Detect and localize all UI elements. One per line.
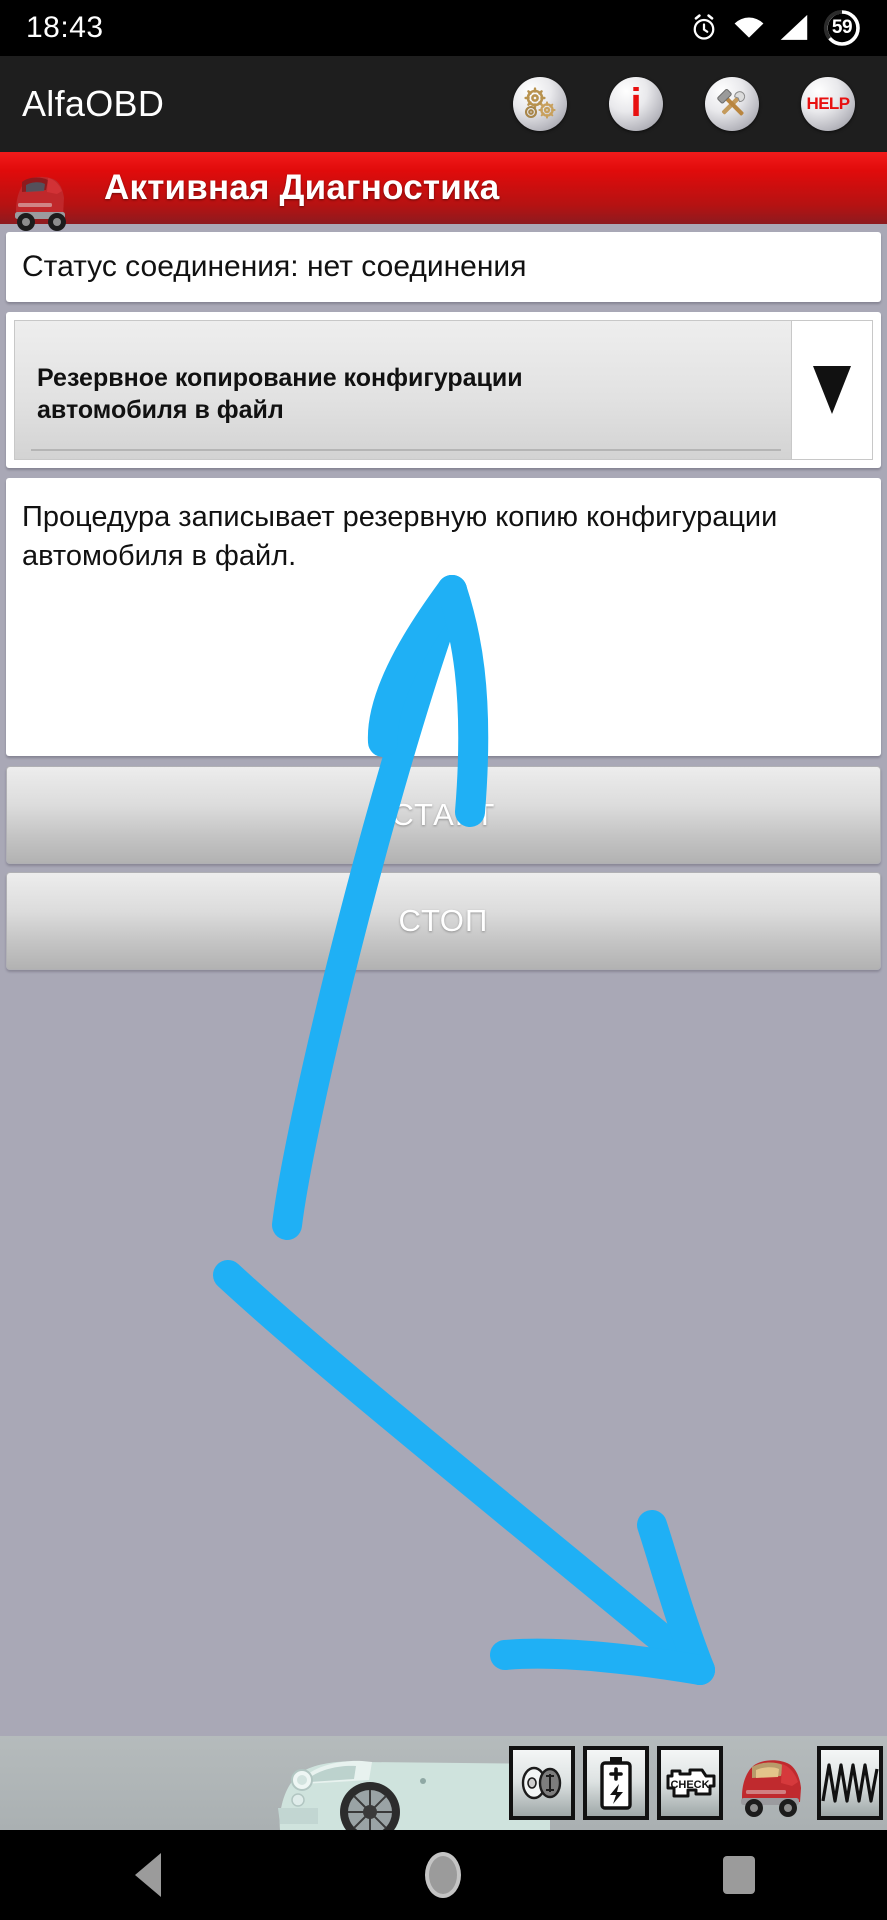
battery-icon[interactable] [583, 1746, 649, 1820]
status-clock: 18:43 [26, 11, 104, 44]
app-title: AlfaOBD [22, 83, 165, 124]
procedure-select-value-box[interactable]: Резервное копирование конфигурации автом… [14, 320, 791, 460]
recents-icon[interactable] [679, 1830, 799, 1920]
procedure-select-value: Резервное копирование конфигурации автом… [37, 364, 523, 424]
svg-text:CHECK: CHECK [670, 1779, 709, 1791]
procedure-select-arrow-box[interactable] [791, 320, 873, 460]
spinner-underline [31, 449, 781, 451]
app-header: AlfaOBD i HELP [0, 56, 887, 152]
alarm-icon [693, 14, 715, 40]
home-icon[interactable] [383, 1830, 503, 1920]
arrow-to-bottom-right-head-left [490, 1638, 715, 1685]
screen-title-bar: Активная Диагностика [0, 152, 887, 231]
info-letter: i [630, 81, 642, 125]
android-nav-bar [0, 1830, 887, 1920]
signal-icon [780, 15, 808, 40]
back-icon[interactable] [88, 1830, 208, 1920]
arrow-to-bottom-right-head-up [637, 1510, 715, 1685]
arrow-to-bottom-right [213, 1260, 715, 1685]
main-content: Статус соединения: нет соединения Резерв… [0, 224, 887, 970]
battery-status-icon: 59 [823, 9, 861, 47]
info-icon[interactable]: i [609, 77, 663, 131]
procedure-select[interactable]: Резервное копирование конфигурации автом… [14, 320, 873, 460]
screen-title: Активная Диагностика [104, 168, 500, 207]
red-car-icon[interactable] [731, 1746, 809, 1820]
status-bar: 18:43 59 [0, 0, 887, 56]
procedure-description-panel: Процедура записывает резервную копию кон… [6, 478, 881, 756]
stop-button[interactable]: СТОП [6, 872, 881, 970]
bottom-toolbar: CHECK [0, 1736, 887, 1830]
wifi-icon [734, 17, 764, 38]
check-engine-icon[interactable]: CHECK [657, 1746, 723, 1820]
phone-screen: 18:43 59 AlfaOBD i HELP Активная Диагнос… [0, 0, 887, 1920]
status-icon-group: 59 [689, 9, 861, 47]
start-button[interactable]: СТАРТ [6, 766, 881, 864]
header-action-group: i HELP [513, 77, 865, 131]
connection-status-text: Статус соединения: нет соединения [22, 250, 527, 283]
vehicle-photo [278, 1760, 550, 1830]
lamp-icon[interactable] [509, 1746, 575, 1820]
procedure-description-text: Процедура записывает резервную копию кон… [22, 501, 778, 572]
tools-icon[interactable] [705, 77, 759, 131]
connection-status-panel: Статус соединения: нет соединения [6, 232, 881, 302]
chevron-down-icon [813, 366, 851, 414]
waveform-icon[interactable] [817, 1746, 883, 1820]
gears-icon[interactable] [513, 77, 567, 131]
help-label: HELP [806, 94, 851, 113]
action-button-row: СТАРТ СТОП [6, 766, 881, 970]
battery-percent: 59 [831, 17, 853, 38]
toolbar-icon-group: CHECK [509, 1744, 883, 1822]
help-icon[interactable]: HELP [801, 77, 855, 131]
procedure-select-wrap: Резервное копирование конфигурации автом… [6, 312, 881, 468]
